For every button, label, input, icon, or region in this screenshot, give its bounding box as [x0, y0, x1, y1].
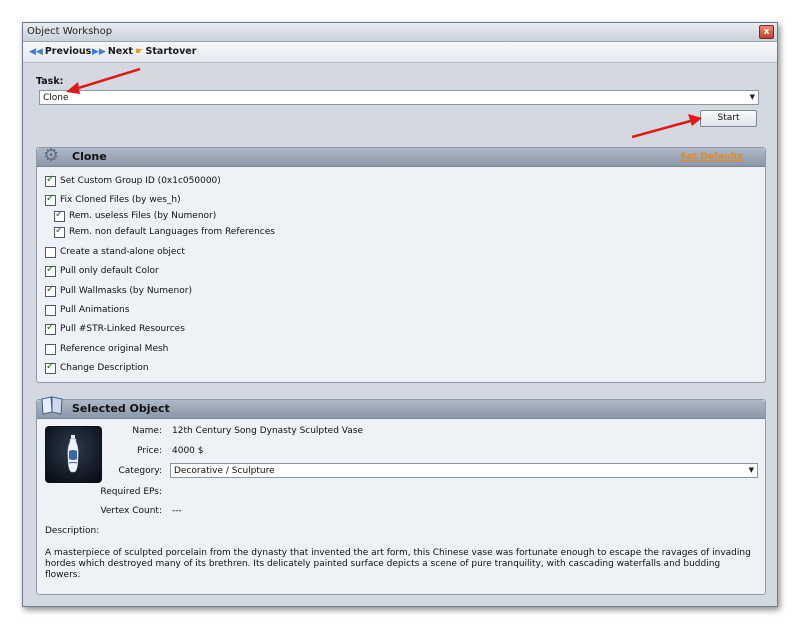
- clone-panel-title: Clone: [72, 150, 107, 163]
- object-name: 12th Century Song Dynasty Sculpted Vase: [172, 426, 363, 436]
- object-workshop-window: Object Workshop x ◀◀ Previous ▶▶ Next ☛ Sta…: [22, 22, 778, 607]
- selected-object-panel: Selected Object Name: 12th Century Song …: [36, 396, 766, 595]
- category-dropdown[interactable]: Decorative / Sculpture ▼: [170, 463, 758, 478]
- option-label: Set Custom Group ID (0x1c050000): [60, 176, 221, 186]
- checkbox[interactable]: [45, 174, 56, 187]
- description-label: Description:: [45, 526, 100, 536]
- checkbox[interactable]: [45, 361, 56, 374]
- set-defaults-link[interactable]: Set Defaults: [680, 152, 743, 162]
- checkbox[interactable]: [45, 284, 56, 297]
- annotation-arrow-start: [631, 114, 702, 139]
- previous-button[interactable]: ◀◀ Previous: [29, 46, 91, 57]
- chevron-down-icon: ▼: [748, 466, 754, 474]
- option-label: Create a stand-alone object: [60, 247, 185, 257]
- start-button[interactable]: Start: [700, 110, 757, 127]
- close-icon[interactable]: x: [759, 25, 774, 39]
- option-label: Pull Wallmasks (by Numenor): [60, 286, 192, 296]
- category-dropdown-value: Decorative / Sculpture: [174, 466, 275, 476]
- name-label: Name:: [132, 426, 162, 436]
- window-title: Object Workshop: [27, 26, 113, 37]
- annotation-arrow-task: [66, 67, 141, 94]
- checkbox[interactable]: [45, 344, 56, 355]
- object-price: 4000 $: [172, 446, 204, 456]
- next-button[interactable]: ▶▶ Next: [92, 46, 133, 57]
- previous-label: Previous: [44, 46, 92, 57]
- title-bar: Object Workshop x: [23, 23, 777, 42]
- checkbox[interactable]: [45, 305, 56, 316]
- required-eps-label: Required EPs:: [100, 487, 162, 497]
- vertex-count-value: ---: [172, 506, 182, 516]
- vertex-count-label: Vertex Count:: [100, 506, 162, 516]
- chevron-down-icon: ▼: [749, 93, 755, 101]
- hand-pointer-icon: ☛: [135, 46, 144, 57]
- clone-panel: ⚙ Clone Set Defaults Set Custom Group ID…: [36, 145, 766, 383]
- object-description: A masterpiece of sculpted porcelain from…: [45, 548, 751, 580]
- checkbox[interactable]: [45, 247, 56, 258]
- checkbox[interactable]: [54, 225, 65, 238]
- price-label: Price:: [137, 446, 162, 456]
- selected-object-panel-title: Selected Object: [72, 402, 170, 415]
- clone-panel-header: ⚙ Clone Set Defaults: [37, 145, 765, 167]
- next-label: Next: [107, 46, 133, 57]
- selected-object-panel-header: Selected Object: [37, 396, 765, 419]
- option-label: Pull only default Color: [60, 266, 159, 276]
- double-right-arrow-icon: ▶▶: [92, 47, 106, 57]
- navigation-toolbar: ◀◀ Previous ▶▶ Next ☛ Startover: [23, 42, 777, 63]
- gear-icon: ⚙: [43, 145, 60, 166]
- startover-label: Startover: [145, 46, 197, 57]
- option-label: Fix Cloned Files (by wes_h): [60, 195, 181, 205]
- startover-button[interactable]: ☛ Startover: [135, 46, 196, 57]
- double-left-arrow-icon: ◀◀: [29, 47, 43, 57]
- option-label: Rem. useless Files (by Numenor): [69, 211, 217, 221]
- option-label: Reference original Mesh: [60, 344, 169, 354]
- option-label: Pull Animations: [60, 305, 130, 315]
- task-dropdown[interactable]: Clone ▼: [39, 90, 759, 105]
- checkbox[interactable]: [54, 209, 65, 222]
- book-icon: [41, 396, 63, 415]
- checkbox[interactable]: [45, 193, 56, 206]
- checkbox[interactable]: [45, 322, 56, 335]
- checkbox[interactable]: [45, 264, 56, 277]
- option-label: Change Description: [60, 363, 149, 373]
- option-label: Pull #STR-Linked Resources: [60, 324, 185, 334]
- category-label: Category:: [118, 466, 163, 476]
- option-label: Rem. non default Languages from Referenc…: [69, 227, 275, 237]
